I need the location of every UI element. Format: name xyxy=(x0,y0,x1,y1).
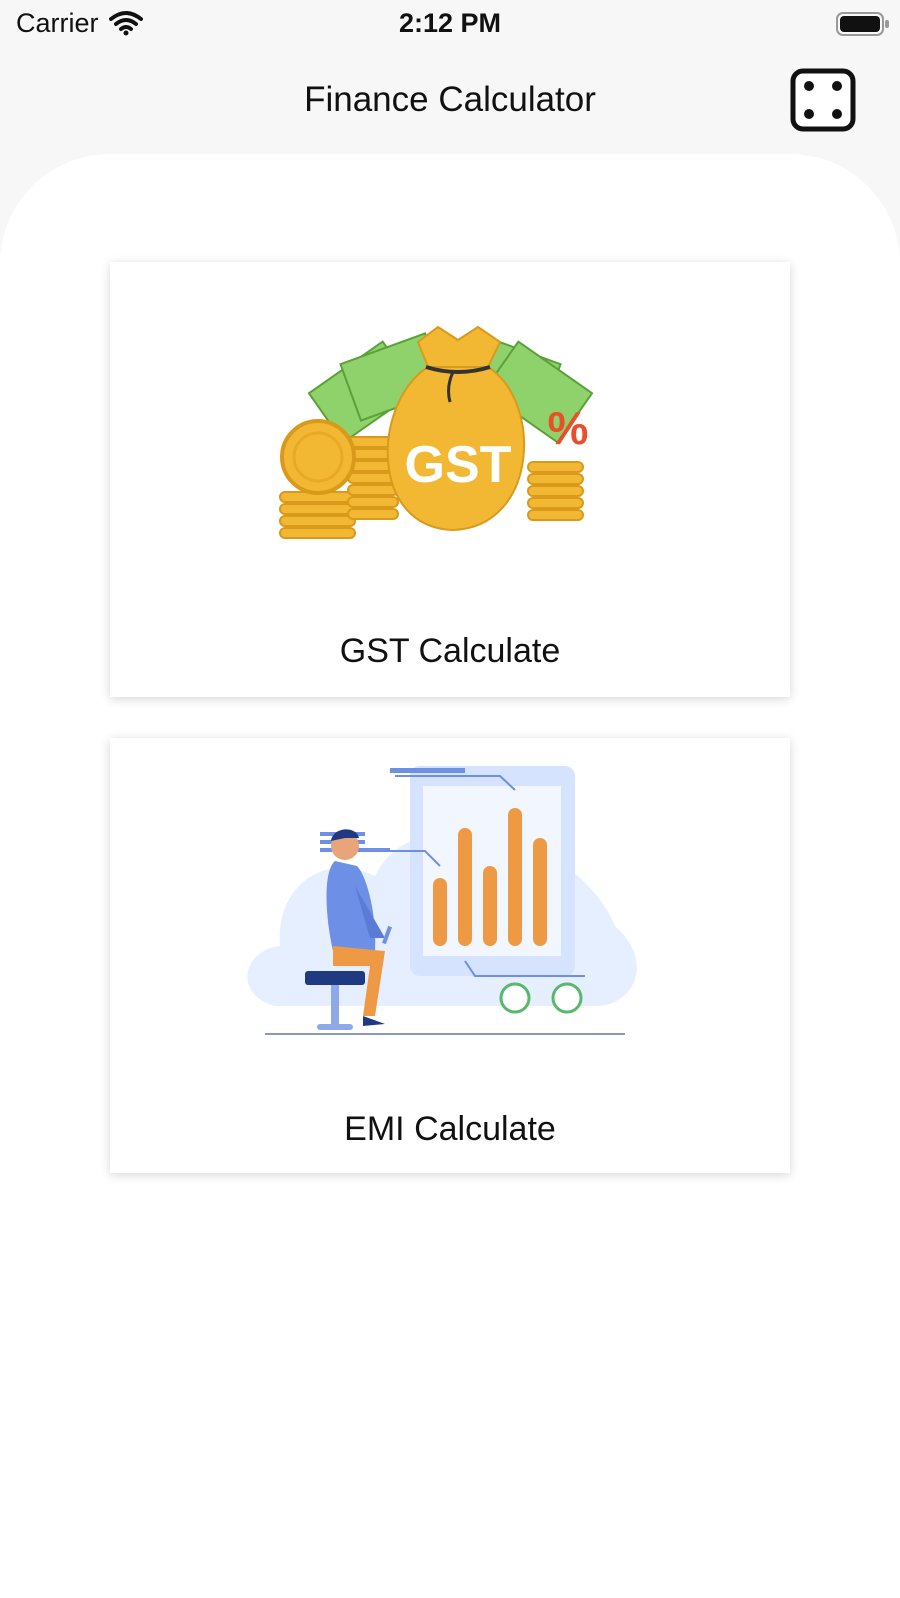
dice-button[interactable] xyxy=(790,68,856,132)
gst-money-bag-illustration: GST % xyxy=(279,325,594,539)
battery-icon xyxy=(836,12,889,36)
percent-symbol: % xyxy=(548,402,589,454)
gst-illustration-text: GST xyxy=(405,436,512,494)
emi-chart-illustration xyxy=(247,766,637,1035)
status-time: 2:12 PM xyxy=(398,8,502,38)
emi-calculate-card[interactable]: EMI Calculate xyxy=(110,738,790,1173)
page-title: Finance Calculator xyxy=(304,80,596,119)
gst-calculate-card[interactable]: GST % GST Calculate xyxy=(110,262,790,697)
dice-four-icon xyxy=(790,68,856,132)
status-bar: Carrier 2:12 PM xyxy=(0,0,900,50)
gst-calculate-label: GST Calculate xyxy=(339,632,561,670)
emi-calculate-label: EMI Calculate xyxy=(344,1110,556,1148)
